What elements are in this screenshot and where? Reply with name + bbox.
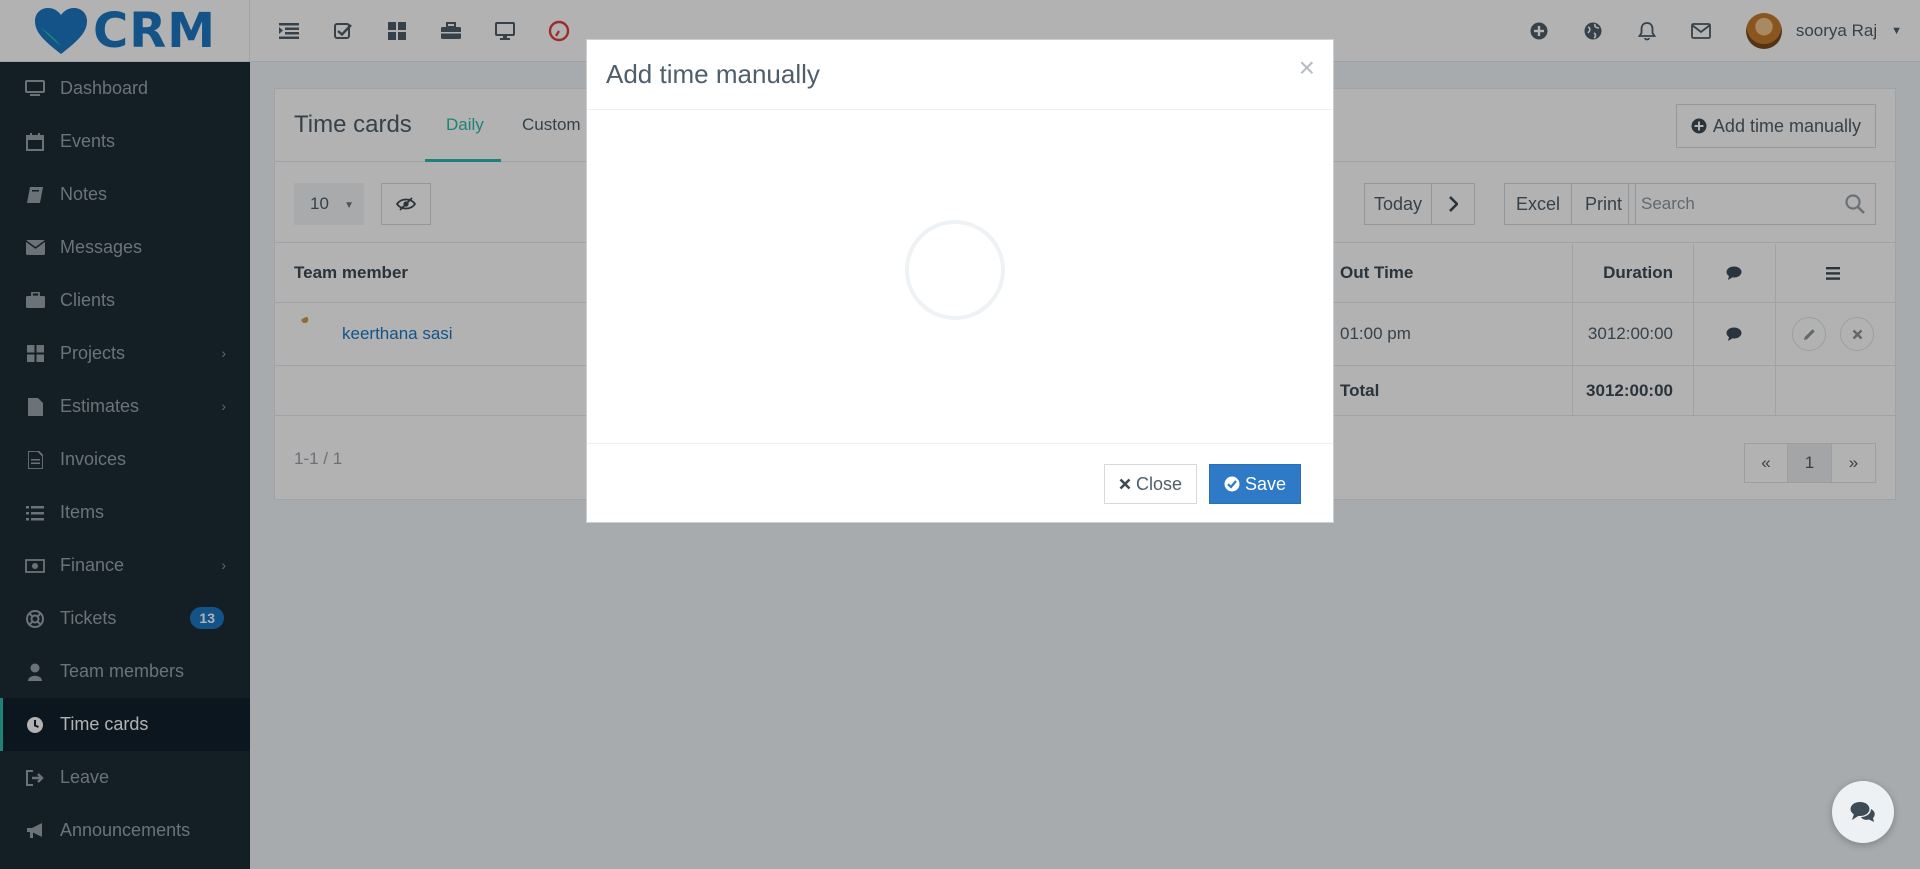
save-button-label: Save [1245, 473, 1287, 494]
save-button[interactable]: Save [1209, 464, 1302, 504]
close-button[interactable]: Close [1104, 464, 1198, 504]
modal-close-icon[interactable]: × [1299, 54, 1315, 82]
modal-body [587, 110, 1333, 444]
add-time-modal: Add time manually × Close Save [586, 39, 1334, 523]
chat-button[interactable] [1832, 781, 1894, 843]
check-circle-icon [1224, 476, 1240, 492]
loading-spinner [905, 220, 1005, 320]
modal-header: Add time manually × [587, 40, 1333, 110]
close-button-label: Close [1136, 473, 1183, 494]
modal-footer: Close Save [587, 444, 1333, 524]
comments-icon [1850, 802, 1875, 822]
close-icon [1119, 478, 1131, 490]
modal-title: Add time manually [606, 59, 820, 89]
